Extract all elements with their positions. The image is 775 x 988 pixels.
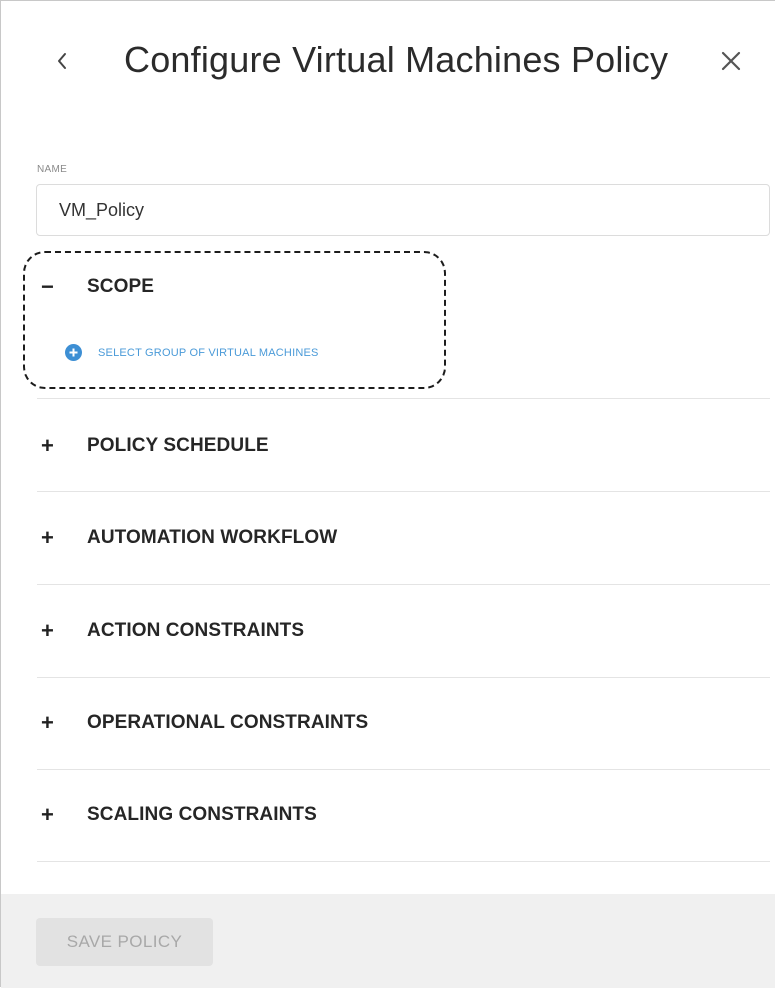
section-operational-constraints-header[interactable]: + OPERATIONAL CONSTRAINTS: [37, 707, 770, 739]
section-scaling-constraints-header[interactable]: + SCALING CONSTRAINTS: [37, 799, 770, 831]
configure-policy-panel: Configure Virtual Machines Policy NAME −…: [0, 0, 775, 988]
save-policy-button[interactable]: SAVE POLICY: [36, 918, 213, 966]
section-automation-workflow: + AUTOMATION WORKFLOW: [37, 522, 770, 554]
section-scaling-constraints-title: SCALING CONSTRAINTS: [87, 804, 317, 825]
plus-icon: +: [41, 618, 54, 643]
divider: [37, 491, 770, 492]
select-group-link[interactable]: SELECT GROUP OF VIRTUAL MACHINES: [65, 344, 319, 361]
back-button[interactable]: [46, 41, 78, 81]
section-policy-schedule: + POLICY SCHEDULE: [37, 430, 770, 462]
section-automation-workflow-title: AUTOMATION WORKFLOW: [87, 527, 338, 548]
page-title: Configure Virtual Machines Policy: [124, 39, 669, 80]
plus-icon: +: [41, 433, 54, 458]
close-icon: [721, 51, 741, 71]
section-action-constraints-header[interactable]: + ACTION CONSTRAINTS: [37, 615, 770, 647]
section-operational-constraints-title: OPERATIONAL CONSTRAINTS: [87, 712, 369, 733]
close-button[interactable]: [711, 41, 751, 81]
plus-icon: +: [41, 710, 54, 735]
panel-header: Configure Virtual Machines Policy: [1, 1, 775, 121]
plus-icon: +: [41, 525, 54, 550]
divider: [37, 398, 770, 399]
chevron-left-icon: [58, 53, 66, 69]
name-field-label: NAME: [37, 164, 68, 175]
select-group-label: SELECT GROUP OF VIRTUAL MACHINES: [98, 346, 319, 359]
section-action-constraints: + ACTION CONSTRAINTS: [37, 615, 770, 647]
section-automation-workflow-header[interactable]: + AUTOMATION WORKFLOW: [37, 522, 770, 554]
divider: [37, 769, 770, 770]
section-policy-schedule-title: POLICY SCHEDULE: [87, 435, 269, 456]
section-policy-schedule-header[interactable]: + POLICY SCHEDULE: [37, 430, 770, 462]
divider: [37, 677, 770, 678]
divider: [37, 584, 770, 585]
section-scope: − SCOPE: [37, 271, 770, 303]
section-operational-constraints: + OPERATIONAL CONSTRAINTS: [37, 707, 770, 739]
section-scaling-constraints: + SCALING CONSTRAINTS: [37, 799, 770, 831]
section-scope-header[interactable]: − SCOPE: [37, 271, 770, 303]
section-action-constraints-title: ACTION CONSTRAINTS: [87, 620, 305, 641]
plus-circle-icon: [65, 344, 82, 361]
plus-icon: +: [41, 802, 54, 827]
section-scope-title: SCOPE: [87, 276, 155, 297]
divider: [37, 861, 770, 862]
name-input[interactable]: [36, 184, 770, 236]
minus-icon: −: [41, 274, 54, 299]
